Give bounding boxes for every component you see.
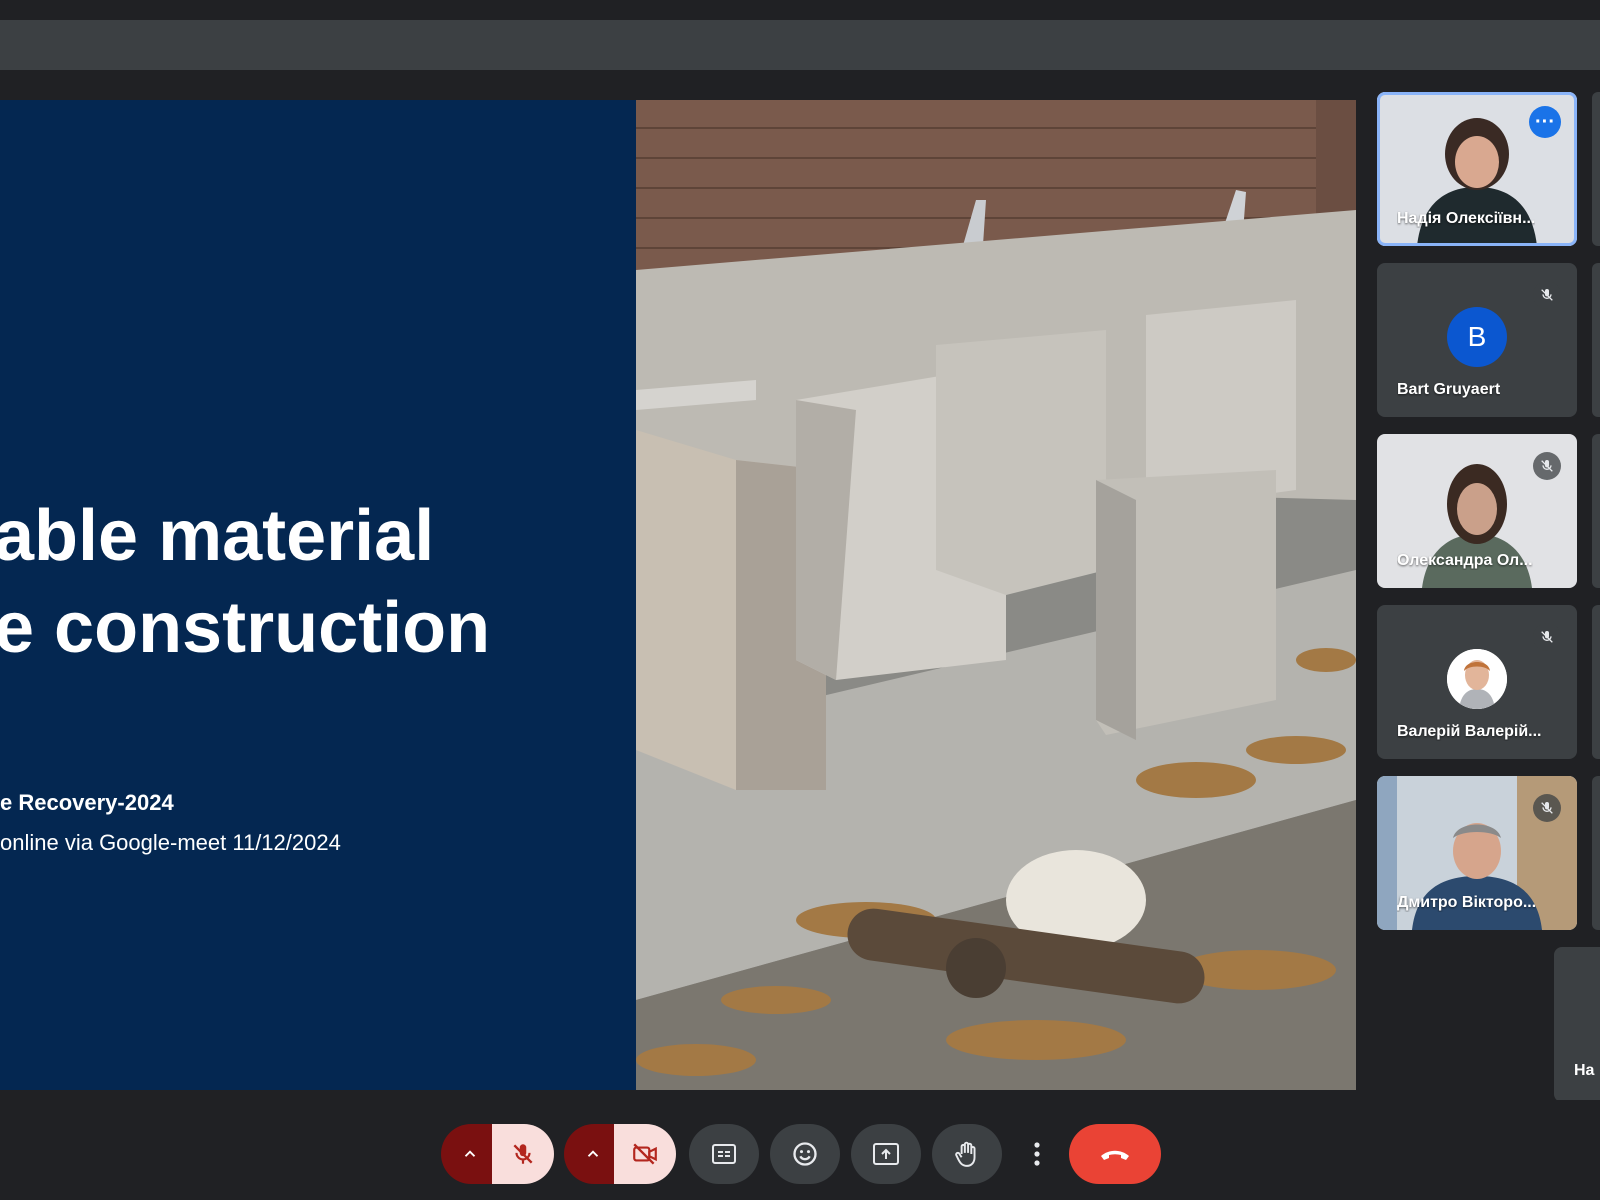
- participant-tile-edge[interactable]: [1592, 776, 1600, 930]
- participant-tile-edge[interactable]: [1592, 263, 1600, 417]
- slide-title-panel: able material e construction e Recovery-…: [0, 100, 636, 1090]
- chevron-up-icon: [464, 1150, 476, 1157]
- present-screen-icon: [873, 1143, 899, 1165]
- mic-off-icon: [1533, 794, 1561, 822]
- participant-name: Олександра Ол...: [1397, 552, 1533, 569]
- mic-off-icon: [1533, 452, 1561, 480]
- raise-hand-button[interactable]: [932, 1124, 1002, 1184]
- participant-tile-edge[interactable]: [1592, 92, 1600, 246]
- participant-tile-3[interactable]: Олександра Ол...: [1377, 434, 1577, 588]
- chevron-up-icon: [587, 1150, 599, 1157]
- emoji-icon: [793, 1142, 817, 1166]
- window-top-strip: [0, 0, 1600, 20]
- participant-tile-4[interactable]: Валерій Валерій...: [1377, 605, 1577, 759]
- participant-tile-edge[interactable]: [1592, 605, 1600, 759]
- participant-name: Валерій Валерій...: [1397, 723, 1542, 740]
- slide-title-line2: e construction: [0, 588, 491, 668]
- avatar: [1447, 649, 1507, 709]
- mic-off-icon: [1533, 623, 1561, 651]
- more-options-icon[interactable]: ···: [1529, 106, 1561, 138]
- participant-tile-2[interactable]: B Bart Gruyaert: [1377, 263, 1577, 417]
- participant-name: Bart Gruyaert: [1397, 381, 1501, 398]
- closed-captions-icon: [712, 1144, 736, 1164]
- participant-tile-partial[interactable]: На: [1554, 947, 1600, 1102]
- participant-tile-5[interactable]: Дмитро Вікторо...: [1377, 776, 1577, 930]
- present-button[interactable]: [851, 1124, 921, 1184]
- slide-event-details: online via Google-meet 11/12/2024: [0, 830, 341, 855]
- video-off-icon: [633, 1143, 657, 1165]
- slide-event-name: e Recovery-2024: [0, 790, 174, 815]
- raise-hand-icon: [955, 1141, 976, 1167]
- avatar: B: [1447, 307, 1507, 367]
- hang-up-icon: [1101, 1150, 1129, 1160]
- participant-tile-1[interactable]: ··· Надія Олексіївн...: [1377, 92, 1577, 246]
- leave-call-button[interactable]: [1069, 1124, 1161, 1184]
- participant-name: Дмитро Вікторо...: [1397, 894, 1537, 911]
- browser-bar: [0, 20, 1600, 70]
- presentation-stage: able material e construction e Recovery-…: [0, 100, 1356, 1090]
- microphone-toggle-button[interactable]: [492, 1124, 554, 1184]
- mic-off-icon: [1533, 281, 1561, 309]
- participant-tile-edge[interactable]: [1592, 434, 1600, 588]
- call-controls-bar: [0, 1100, 1600, 1200]
- participant-name: Надія Олексіївн...: [1397, 210, 1536, 227]
- mic-options-button[interactable]: [441, 1124, 499, 1184]
- captions-button[interactable]: [689, 1124, 759, 1184]
- more-vert-icon: [1034, 1142, 1040, 1166]
- more-options-button[interactable]: [1017, 1124, 1057, 1184]
- reactions-button[interactable]: [770, 1124, 840, 1184]
- participant-name: На: [1574, 1062, 1595, 1079]
- mic-off-icon: [513, 1144, 533, 1164]
- camera-toggle-button[interactable]: [614, 1124, 676, 1184]
- slide-photo-paving-stones: [636, 100, 1356, 1090]
- slide-title-line1: able material: [0, 496, 435, 576]
